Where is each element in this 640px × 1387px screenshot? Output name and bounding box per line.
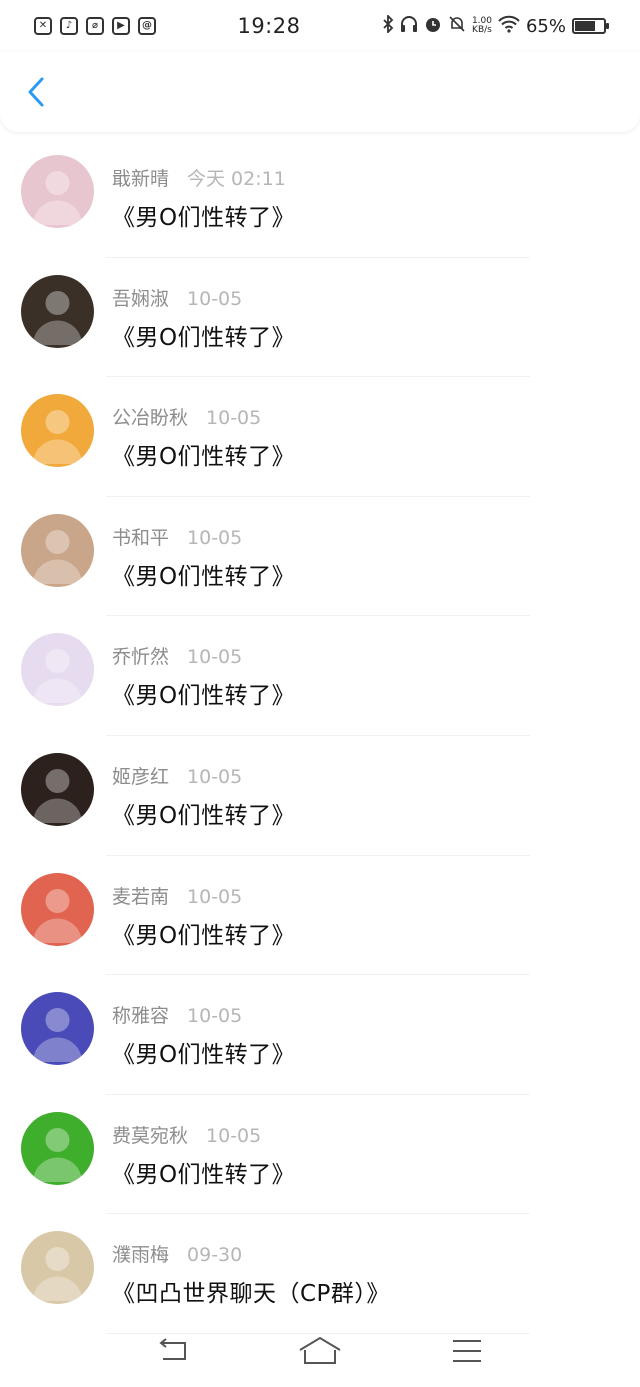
message-time: 10-05	[206, 1124, 262, 1147]
battery-percent: 65%	[525, 15, 566, 37]
bluetooth-icon	[382, 13, 394, 38]
music-app-icon: ♪	[60, 17, 78, 35]
sender-name: 费莫宛秋	[112, 1124, 189, 1147]
avatar[interactable]	[21, 633, 94, 707]
nav-back-button[interactable]	[149, 1331, 197, 1371]
conversation-list: 戢新晴 今天 02:11 《男O们性转了》 吾娴淑 10-05 《男O们性转了》 公冶盼秋 1…	[0, 138, 640, 1334]
conversation-meta: 乔忻然 10-05	[112, 642, 242, 669]
conversation-item[interactable]: 书和平 10-05 《男O们性转了》	[0, 497, 640, 617]
video-app-icon: ▶	[112, 17, 130, 35]
message-time: 10-05	[206, 407, 262, 430]
conversation-item[interactable]: 公冶盼秋 10-05 《男O们性转了》	[0, 377, 640, 497]
avatar[interactable]	[21, 394, 94, 468]
status-time: 19:28	[237, 14, 301, 38]
wifi-icon	[498, 15, 520, 38]
message-time: 10-05	[187, 646, 243, 669]
nav-back-icon	[159, 1338, 187, 1360]
headphones-icon	[400, 15, 418, 38]
status-indicators: 1.00 KB/s 65%	[382, 13, 609, 38]
avatar[interactable]	[21, 992, 94, 1066]
alarm-icon	[424, 15, 442, 38]
system-navbar	[0, 1315, 640, 1387]
conversation-title: 《男O们性转了》	[112, 205, 296, 231]
avatar[interactable]	[21, 513, 94, 587]
avatar[interactable]	[21, 1111, 94, 1185]
conversation-item[interactable]: 吾娴淑 10-05 《男O们性转了》	[0, 258, 640, 378]
sender-name: 公冶盼秋	[112, 407, 189, 430]
top-header	[0, 52, 640, 132]
sender-name: 书和平	[112, 526, 170, 549]
conversation-title: 《男O们性转了》	[112, 1161, 296, 1188]
conversation-title: 《凹凸世界聊天（CP群）》	[112, 1281, 390, 1308]
message-time: 10-05	[187, 287, 243, 310]
avatar[interactable]	[21, 155, 94, 228]
conversation-title: 《男O们性转了》	[112, 922, 296, 949]
conversation-meta: 吾娴淑 10-05	[112, 284, 242, 311]
sender-name: 姬彦红	[112, 765, 170, 788]
message-time: 今天 02:11	[187, 168, 286, 190]
conversation-title: 《男O们性转了》	[112, 444, 296, 471]
nav-menu-icon	[452, 1340, 481, 1362]
nav-home-icon	[299, 1336, 341, 1364]
conversation-meta: 姬彦红 10-05	[112, 762, 242, 789]
message-time: 09-30	[187, 1244, 243, 1267]
sender-name: 吾娴淑	[112, 287, 170, 310]
sender-name: 乔忻然	[112, 646, 170, 669]
avatar[interactable]	[21, 872, 94, 946]
sender-name: 麦若南	[112, 885, 170, 908]
sender-name: 濮雨梅	[112, 1244, 170, 1267]
conversation-item[interactable]: 费莫宛秋 10-05 《男O们性转了》	[0, 1095, 640, 1215]
chevron-left-icon	[28, 77, 44, 107]
message-time: 10-05	[187, 765, 243, 788]
conversation-meta: 麦若南 10-05	[112, 882, 242, 909]
message-time: 10-05	[187, 885, 243, 908]
network-speed: 1.00 KB/s	[471, 16, 492, 35]
sender-name: 称雅容	[112, 1005, 170, 1028]
nav-menu-button[interactable]	[443, 1331, 491, 1371]
conversation-item[interactable]: 称雅容 10-05 《男O们性转了》	[0, 975, 640, 1095]
avatar[interactable]	[21, 1231, 94, 1305]
conversation-item[interactable]: 麦若南 10-05 《男O们性转了》	[0, 856, 640, 976]
avatar[interactable]	[21, 274, 94, 348]
conversation-meta: 书和平 10-05	[112, 523, 242, 550]
at-app-icon: @	[138, 17, 156, 35]
conversation-meta: 费莫宛秋 10-05	[112, 1121, 261, 1148]
battery-icon	[572, 18, 609, 34]
nav-home-button[interactable]	[296, 1331, 344, 1371]
status-app-icons: ✕ ♪ ⌀ ▶ @	[34, 17, 156, 35]
conversation-title: 《男O们性转了》	[112, 563, 296, 590]
conversation-item[interactable]: 戢新晴 今天 02:11 《男O们性转了》	[0, 138, 640, 258]
conversation-meta: 公冶盼秋 10-05	[112, 403, 261, 430]
mute-bell-icon	[448, 15, 466, 38]
message-time: 10-05	[187, 1005, 243, 1028]
conversation-meta: 濮雨梅 09-30	[112, 1240, 242, 1267]
back-button[interactable]	[18, 74, 54, 110]
conversation-title: 《男O们性转了》	[112, 802, 296, 829]
sender-name: 戢新晴	[112, 168, 170, 190]
conversation-item[interactable]: 姬彦红 10-05 《男O们性转了》	[0, 736, 640, 856]
conversation-title: 《男O们性转了》	[112, 324, 296, 351]
status-bar: ✕ ♪ ⌀ ▶ @ 19:28 1.00 KB/s 65%	[0, 0, 640, 52]
conversation-title: 《男O们性转了》	[112, 1042, 296, 1069]
conversation-meta: 称雅容 10-05	[112, 1001, 242, 1028]
avatar[interactable]	[21, 752, 94, 826]
conversation-item[interactable]: 乔忻然 10-05 《男O们性转了》	[0, 616, 640, 736]
app-notification-icon: ✕	[34, 17, 52, 35]
message-time: 10-05	[187, 526, 243, 549]
link-app-icon: ⌀	[86, 17, 104, 35]
conversation-title: 《男O们性转了》	[112, 683, 296, 710]
conversation-meta: 戢新晴 今天 02:11	[112, 164, 286, 191]
